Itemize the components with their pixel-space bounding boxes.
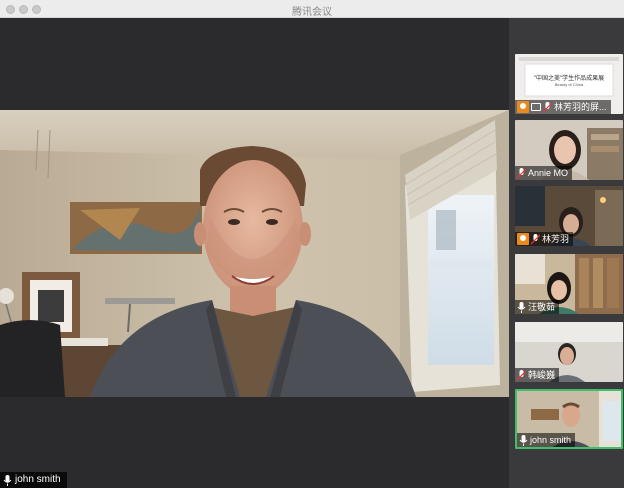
microphone-icon bbox=[519, 434, 528, 446]
screen-share-icon bbox=[531, 103, 541, 111]
microphone-muted-icon bbox=[543, 101, 552, 112]
speaker-name-tag: john smith bbox=[0, 472, 67, 488]
microphone-muted-icon bbox=[531, 233, 540, 244]
participant-name: 林芳羽 bbox=[542, 234, 570, 244]
microphone-icon bbox=[517, 301, 526, 313]
participant-name: Annie MO bbox=[528, 168, 569, 178]
host-icon bbox=[517, 101, 529, 113]
participant-tile-host[interactable]: 林芳羽 bbox=[515, 186, 623, 246]
main-video-stage[interactable]: john smith bbox=[0, 18, 509, 488]
participant-tile-screen-share[interactable]: "中国之美"学生作品成果展 Beauty of China 林芳羽的屏... bbox=[515, 54, 623, 114]
main-video-frame bbox=[0, 110, 509, 397]
speaker-name: john smith bbox=[15, 474, 61, 485]
participant-label: john smith bbox=[517, 433, 576, 447]
participant-label: 林芳羽的屏... bbox=[515, 100, 611, 114]
main-speaker-video[interactable] bbox=[0, 110, 509, 397]
participant-name: 汪敬茹 bbox=[528, 302, 556, 312]
participant-tile-john-smith[interactable]: john smith bbox=[515, 389, 623, 449]
microphone-muted-icon bbox=[517, 369, 526, 380]
participant-label: Annie MO bbox=[515, 166, 573, 180]
participant-tile-wang[interactable]: 汪敬茹 bbox=[515, 254, 623, 314]
participant-tile-han[interactable]: 韩峻巍 bbox=[515, 322, 623, 382]
participant-name: 林芳羽的屏... bbox=[554, 102, 607, 112]
participant-sidebar: "中国之美"学生作品成果展 Beauty of China 林芳羽的屏... A… bbox=[509, 18, 624, 488]
share-title-line2: Beauty of China bbox=[554, 82, 584, 87]
participant-label: 林芳羽 bbox=[515, 232, 574, 246]
window-title: 腾讯会议 bbox=[292, 7, 332, 18]
participant-name: 韩峻巍 bbox=[528, 370, 556, 380]
microphone-icon bbox=[3, 474, 12, 486]
participant-name: john smith bbox=[530, 435, 572, 445]
participant-label: 汪敬茹 bbox=[515, 300, 560, 314]
window-titlebar: 腾讯会议 bbox=[0, 0, 624, 18]
share-title-line1: "中国之美"学生作品成果展 bbox=[533, 76, 605, 82]
participant-tile-annie-mo[interactable]: Annie MO bbox=[515, 120, 623, 180]
microphone-muted-icon bbox=[517, 167, 526, 178]
participant-label: 韩峻巍 bbox=[515, 368, 560, 382]
host-icon bbox=[517, 233, 529, 245]
